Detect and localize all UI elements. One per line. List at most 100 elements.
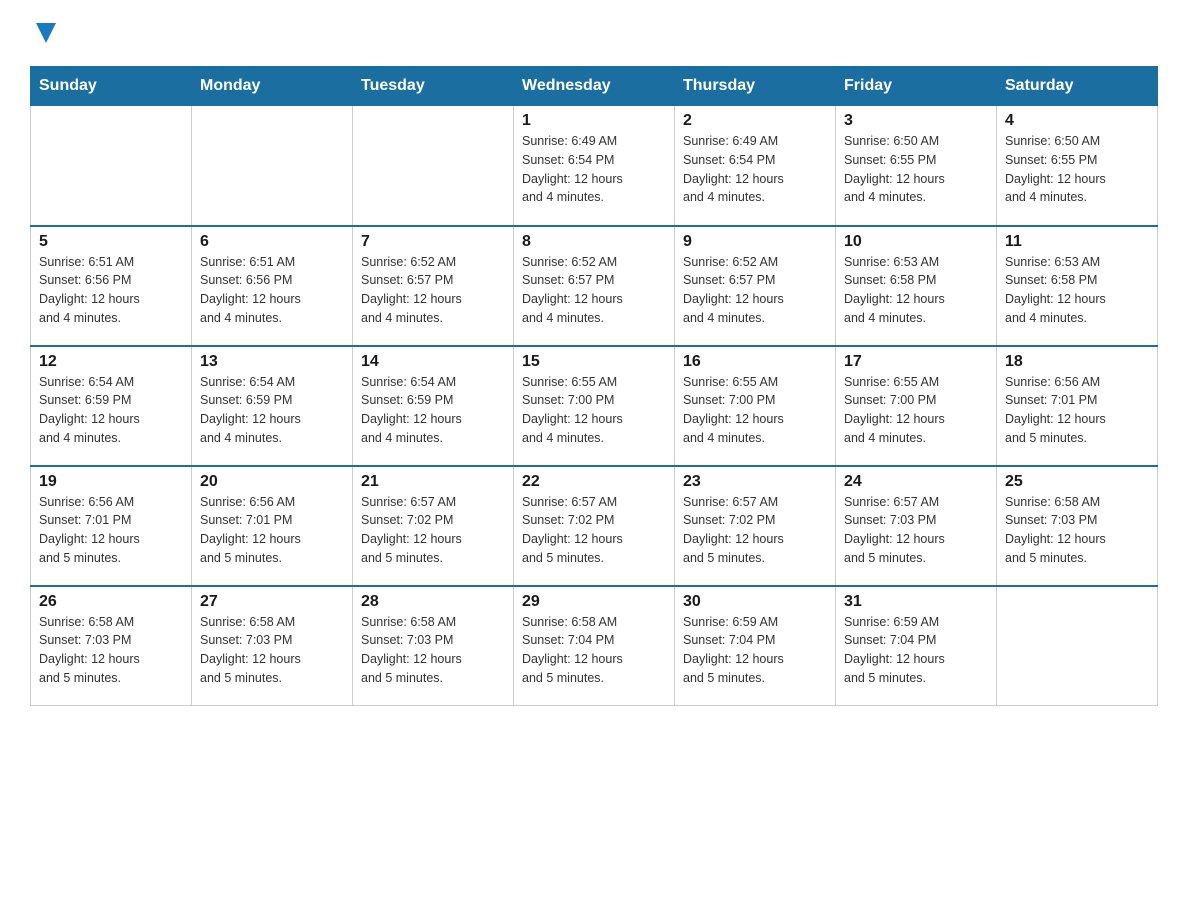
calendar-cell: 24 Sunrise: 6:57 AM Sunset: 7:03 PM Dayli… [836, 466, 997, 586]
day-info: Sunrise: 6:55 AM Sunset: 7:00 PM Dayligh… [683, 373, 827, 448]
day-info: Sunrise: 6:54 AM Sunset: 6:59 PM Dayligh… [200, 373, 344, 448]
day-info: Sunrise: 6:57 AM Sunset: 7:02 PM Dayligh… [683, 493, 827, 568]
day-info: Sunrise: 6:52 AM Sunset: 6:57 PM Dayligh… [361, 253, 505, 328]
calendar-cell: 30 Sunrise: 6:59 AM Sunset: 7:04 PM Dayli… [675, 586, 836, 706]
calendar-cell [31, 106, 192, 226]
day-info: Sunrise: 6:50 AM Sunset: 6:55 PM Dayligh… [1005, 132, 1149, 207]
day-number: 29 [522, 593, 666, 611]
calendar-cell: 20 Sunrise: 6:56 AM Sunset: 7:01 PM Dayli… [192, 466, 353, 586]
day-number: 7 [361, 233, 505, 251]
calendar-cell: 23 Sunrise: 6:57 AM Sunset: 7:02 PM Dayli… [675, 466, 836, 586]
calendar-cell: 28 Sunrise: 6:58 AM Sunset: 7:03 PM Dayli… [353, 586, 514, 706]
day-number: 15 [522, 353, 666, 371]
day-info: Sunrise: 6:53 AM Sunset: 6:58 PM Dayligh… [1005, 253, 1149, 328]
day-info: Sunrise: 6:54 AM Sunset: 6:59 PM Dayligh… [39, 373, 183, 448]
calendar-cell: 3 Sunrise: 6:50 AM Sunset: 6:55 PM Daylig… [836, 106, 997, 226]
day-info: Sunrise: 6:56 AM Sunset: 7:01 PM Dayligh… [200, 493, 344, 568]
calendar-cell [997, 586, 1158, 706]
day-info: Sunrise: 6:49 AM Sunset: 6:54 PM Dayligh… [522, 132, 666, 207]
day-info: Sunrise: 6:52 AM Sunset: 6:57 PM Dayligh… [683, 253, 827, 328]
week-row-5: 26 Sunrise: 6:58 AM Sunset: 7:03 PM Dayli… [31, 586, 1158, 706]
calendar-cell: 26 Sunrise: 6:58 AM Sunset: 7:03 PM Dayli… [31, 586, 192, 706]
calendar-cell: 16Sunrise: 6:55 AM Sunset: 7:00 PM Dayli… [675, 346, 836, 466]
calendar-cell: 4 Sunrise: 6:50 AM Sunset: 6:55 PM Daylig… [997, 106, 1158, 226]
header-monday: Monday [192, 67, 353, 106]
header-saturday: Saturday [997, 67, 1158, 106]
calendar-cell: 18Sunrise: 6:56 AM Sunset: 7:01 PM Dayli… [997, 346, 1158, 466]
day-number: 28 [361, 593, 505, 611]
calendar-cell: 19Sunrise: 6:56 AM Sunset: 7:01 PM Dayli… [31, 466, 192, 586]
day-number: 22 [522, 473, 666, 491]
calendar-cell: 13 Sunrise: 6:54 AM Sunset: 6:59 PM Dayli… [192, 346, 353, 466]
calendar-cell: 21 Sunrise: 6:57 AM Sunset: 7:02 PM Dayli… [353, 466, 514, 586]
calendar-cell: 12 Sunrise: 6:54 AM Sunset: 6:59 PM Dayli… [31, 346, 192, 466]
day-number: 26 [39, 593, 183, 611]
calendar-cell: 1 Sunrise: 6:49 AM Sunset: 6:54 PM Daylig… [514, 106, 675, 226]
calendar-cell: 6Sunrise: 6:51 AM Sunset: 6:56 PM Daylig… [192, 226, 353, 346]
week-row-1: 1 Sunrise: 6:49 AM Sunset: 6:54 PM Daylig… [31, 106, 1158, 226]
day-info: Sunrise: 6:58 AM Sunset: 7:03 PM Dayligh… [200, 613, 344, 688]
page-header [30, 20, 1158, 46]
day-number: 24 [844, 473, 988, 491]
day-number: 23 [683, 473, 827, 491]
header-row: SundayMondayTuesdayWednesdayThursdayFrid… [31, 67, 1158, 106]
day-info: Sunrise: 6:57 AM Sunset: 7:02 PM Dayligh… [361, 493, 505, 568]
header-wednesday: Wednesday [514, 67, 675, 106]
day-number: 20 [200, 473, 344, 491]
calendar-cell: 9 Sunrise: 6:52 AM Sunset: 6:57 PM Daylig… [675, 226, 836, 346]
day-info: Sunrise: 6:50 AM Sunset: 6:55 PM Dayligh… [844, 132, 988, 207]
day-number: 1 [522, 112, 666, 130]
day-number: 14 [361, 353, 505, 371]
day-number: 13 [200, 353, 344, 371]
logo-arrow-icon [32, 20, 60, 52]
calendar-cell: 2Sunrise: 6:49 AM Sunset: 6:54 PM Daylig… [675, 106, 836, 226]
day-number: 18 [1005, 353, 1149, 371]
day-number: 21 [361, 473, 505, 491]
day-info: Sunrise: 6:55 AM Sunset: 7:00 PM Dayligh… [522, 373, 666, 448]
calendar-header: SundayMondayTuesdayWednesdayThursdayFrid… [31, 67, 1158, 106]
calendar-cell: 10Sunrise: 6:53 AM Sunset: 6:58 PM Dayli… [836, 226, 997, 346]
header-thursday: Thursday [675, 67, 836, 106]
day-number: 12 [39, 353, 183, 371]
week-row-3: 12 Sunrise: 6:54 AM Sunset: 6:59 PM Dayli… [31, 346, 1158, 466]
calendar-cell: 8Sunrise: 6:52 AM Sunset: 6:57 PM Daylig… [514, 226, 675, 346]
calendar-cell: 14 Sunrise: 6:54 AM Sunset: 6:59 PM Dayli… [353, 346, 514, 466]
day-number: 31 [844, 593, 988, 611]
day-number: 11 [1005, 233, 1149, 251]
day-number: 4 [1005, 112, 1149, 130]
day-info: Sunrise: 6:57 AM Sunset: 7:03 PM Dayligh… [844, 493, 988, 568]
week-row-2: 5 Sunrise: 6:51 AM Sunset: 6:56 PM Daylig… [31, 226, 1158, 346]
day-info: Sunrise: 6:59 AM Sunset: 7:04 PM Dayligh… [683, 613, 827, 688]
calendar-cell: 17 Sunrise: 6:55 AM Sunset: 7:00 PM Dayli… [836, 346, 997, 466]
day-number: 3 [844, 112, 988, 130]
day-number: 10 [844, 233, 988, 251]
calendar-cell: 27Sunrise: 6:58 AM Sunset: 7:03 PM Dayli… [192, 586, 353, 706]
day-number: 25 [1005, 473, 1149, 491]
day-number: 9 [683, 233, 827, 251]
day-info: Sunrise: 6:58 AM Sunset: 7:03 PM Dayligh… [1005, 493, 1149, 568]
day-info: Sunrise: 6:58 AM Sunset: 7:04 PM Dayligh… [522, 613, 666, 688]
calendar-cell: 22 Sunrise: 6:57 AM Sunset: 7:02 PM Dayli… [514, 466, 675, 586]
header-sunday: Sunday [31, 67, 192, 106]
calendar-cell: 7 Sunrise: 6:52 AM Sunset: 6:57 PM Daylig… [353, 226, 514, 346]
calendar-cell: 11 Sunrise: 6:53 AM Sunset: 6:58 PM Dayli… [997, 226, 1158, 346]
day-number: 2 [683, 112, 827, 130]
day-info: Sunrise: 6:51 AM Sunset: 6:56 PM Dayligh… [39, 253, 183, 328]
calendar-cell [192, 106, 353, 226]
day-info: Sunrise: 6:51 AM Sunset: 6:56 PM Dayligh… [200, 253, 344, 328]
day-info: Sunrise: 6:58 AM Sunset: 7:03 PM Dayligh… [361, 613, 505, 688]
calendar-cell: 25 Sunrise: 6:58 AM Sunset: 7:03 PM Dayli… [997, 466, 1158, 586]
day-number: 5 [39, 233, 183, 251]
calendar-table: SundayMondayTuesdayWednesdayThursdayFrid… [30, 66, 1158, 706]
day-info: Sunrise: 6:59 AM Sunset: 7:04 PM Dayligh… [844, 613, 988, 688]
day-number: 30 [683, 593, 827, 611]
day-info: Sunrise: 6:56 AM Sunset: 7:01 PM Dayligh… [39, 493, 183, 568]
logo [30, 20, 60, 46]
day-info: Sunrise: 6:55 AM Sunset: 7:00 PM Dayligh… [844, 373, 988, 448]
calendar-cell: 29 Sunrise: 6:58 AM Sunset: 7:04 PM Dayli… [514, 586, 675, 706]
day-info: Sunrise: 6:57 AM Sunset: 7:02 PM Dayligh… [522, 493, 666, 568]
day-info: Sunrise: 6:58 AM Sunset: 7:03 PM Dayligh… [39, 613, 183, 688]
day-info: Sunrise: 6:52 AM Sunset: 6:57 PM Dayligh… [522, 253, 666, 328]
day-number: 17 [844, 353, 988, 371]
day-info: Sunrise: 6:54 AM Sunset: 6:59 PM Dayligh… [361, 373, 505, 448]
